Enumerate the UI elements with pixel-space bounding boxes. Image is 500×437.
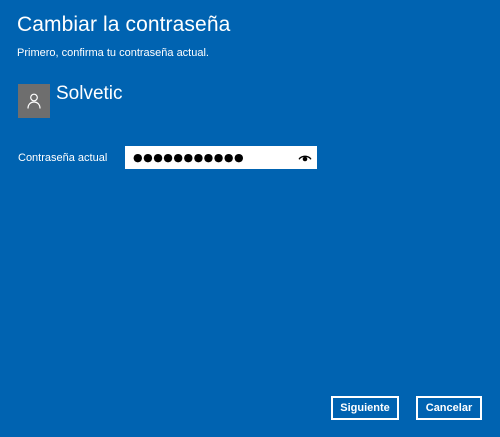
user-account: Solvetic xyxy=(18,84,123,118)
current-password-label: Contraseña actual xyxy=(18,152,108,164)
current-password-input[interactable] xyxy=(125,147,293,168)
avatar xyxy=(18,84,50,118)
current-password-field[interactable] xyxy=(125,146,317,169)
next-button[interactable]: Siguiente xyxy=(331,396,399,420)
eye-icon xyxy=(298,155,312,162)
page-title: Cambiar la contraseña xyxy=(17,13,231,36)
page-subtitle: Primero, confirma tu contraseña actual. xyxy=(17,47,209,59)
person-icon xyxy=(27,93,41,109)
cancel-button[interactable]: Cancelar xyxy=(416,396,482,420)
reveal-password-button[interactable] xyxy=(297,151,313,164)
user-name: Solvetic xyxy=(56,83,123,104)
